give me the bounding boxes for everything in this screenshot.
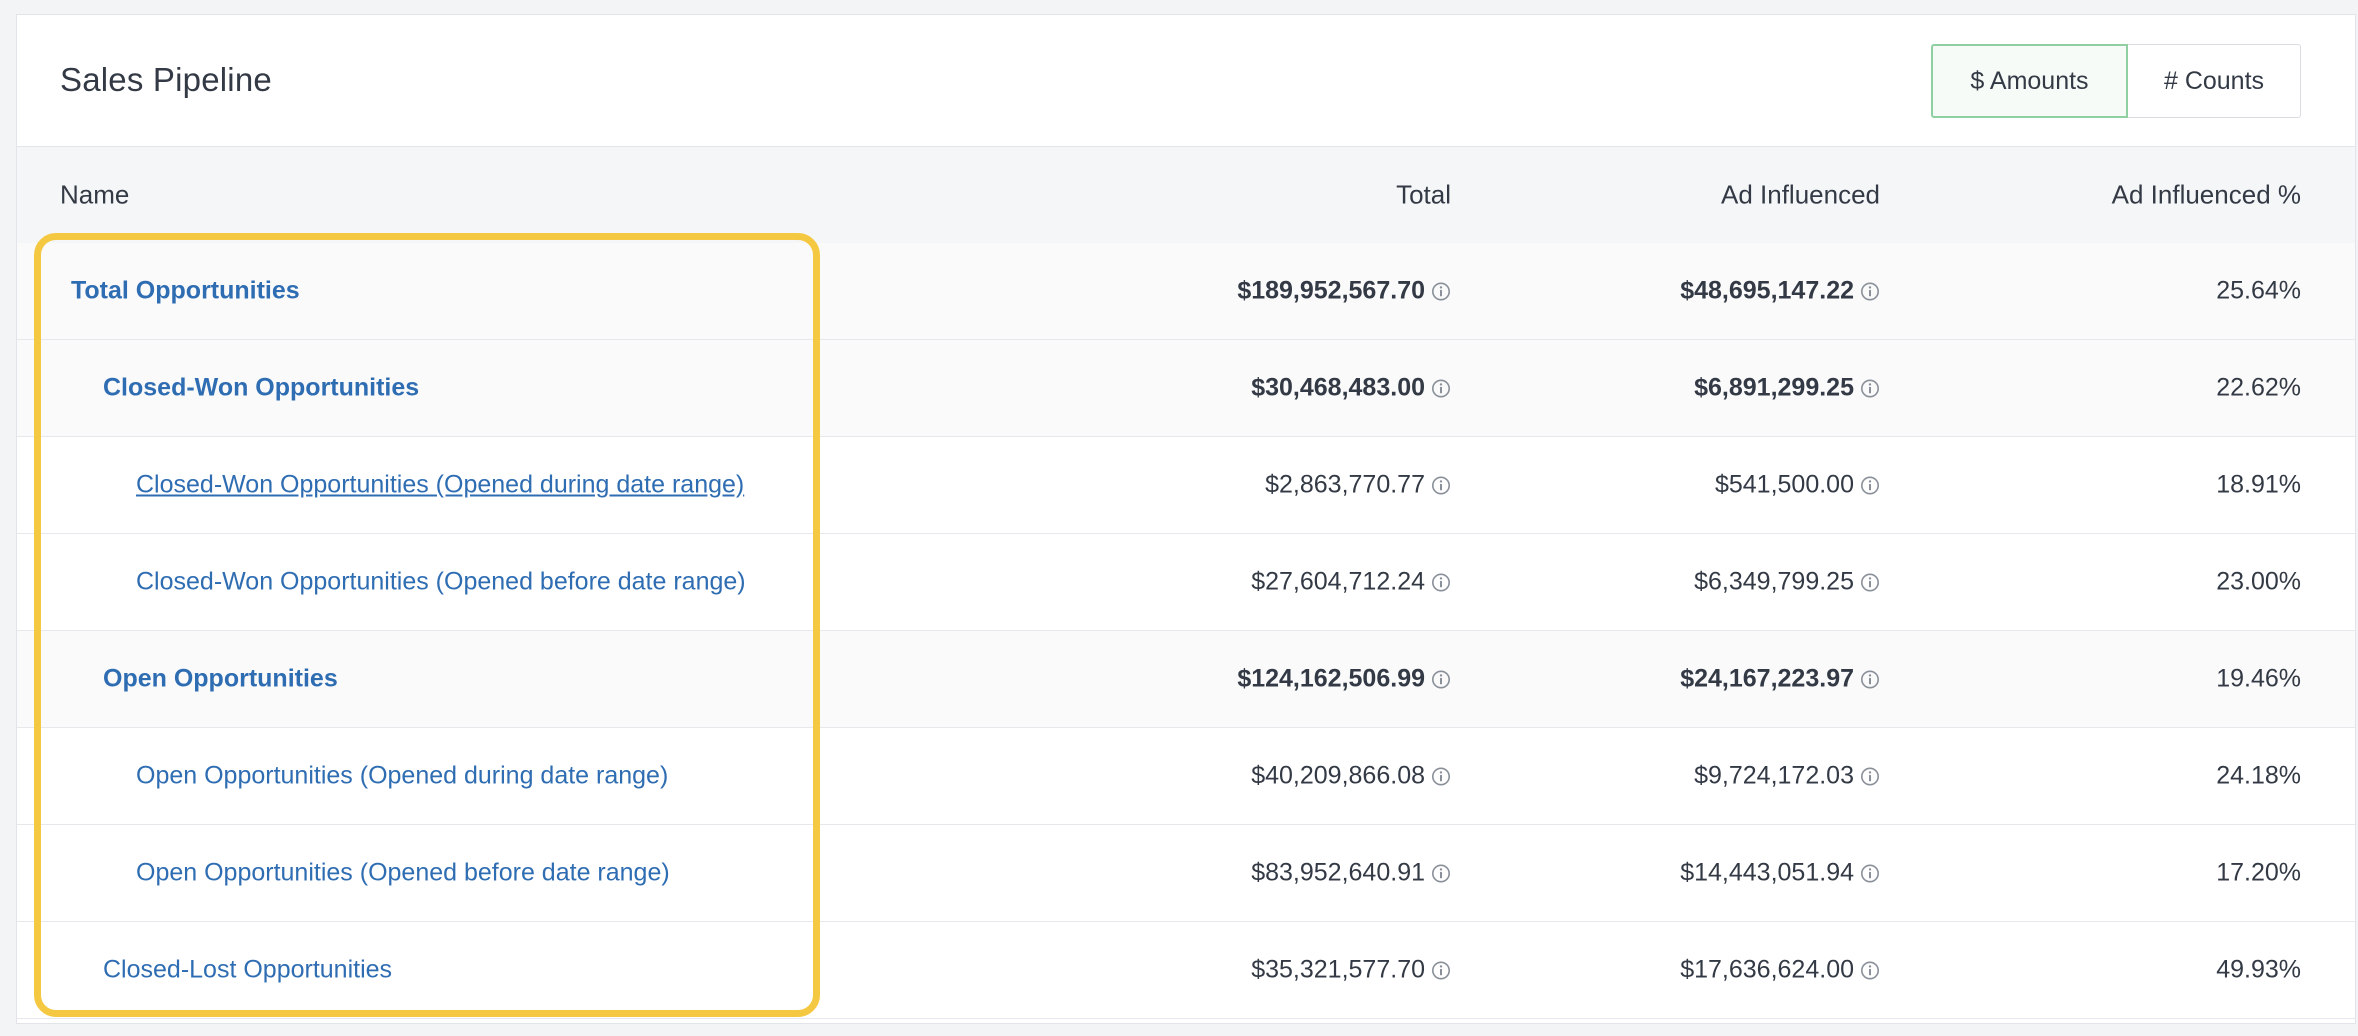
row-ad-influenced-value-cell: $9,724,172.03 [1694, 762, 1880, 791]
info-icon[interactable] [1860, 281, 1880, 301]
row-ad-influenced-pct: 17.20% [2216, 858, 2301, 887]
info-icon[interactable] [1860, 669, 1880, 689]
row-ad-influenced-value: $6,349,799.25 [1694, 567, 1854, 596]
table-row: Closed-Won Opportunities (Opened before … [17, 534, 2355, 631]
info-icon[interactable] [1431, 378, 1451, 398]
row-total-value: $30,468,483.00 [1251, 373, 1425, 402]
row-ad-influenced-pct: 18.91% [2216, 470, 2301, 499]
row-total-value-cell: $189,952,567.70 [1237, 277, 1451, 306]
row-total-value: $35,321,577.70 [1251, 955, 1425, 984]
info-icon[interactable] [1431, 572, 1451, 592]
info-icon[interactable] [1431, 766, 1451, 786]
table-row: Closed-Won Opportunities (Opened during … [17, 437, 2355, 534]
row-total-value-cell: $83,952,640.91 [1251, 859, 1451, 888]
row-ad-influenced-value: $17,636,624.00 [1680, 955, 1854, 984]
row-ad-influenced-value: $24,167,223.97 [1680, 664, 1854, 693]
row-total-value-cell: $124,162,506.99 [1237, 665, 1451, 694]
row-total-value-cell: $40,209,866.08 [1251, 762, 1451, 791]
row-ad-influenced-pct: 24.18% [2216, 761, 2301, 790]
table-row: Open Opportunities (Opened before date r… [17, 825, 2355, 922]
row-ad-influenced-pct: 25.64% [2216, 276, 2301, 305]
column-header-ad-influenced[interactable]: Ad Influenced [1721, 180, 1880, 211]
row-total-value: $83,952,640.91 [1251, 858, 1425, 887]
row-name-link[interactable]: Closed-Won Opportunities (Opened during … [136, 471, 744, 500]
row-total-value-cell: $27,604,712.24 [1251, 568, 1451, 597]
row-ad-influenced-value: $541,500.00 [1714, 470, 1854, 499]
row-ad-influenced-pct: 19.46% [2216, 664, 2301, 693]
row-ad-influenced-value: $9,724,172.03 [1694, 761, 1854, 790]
row-total-value: $2,863,770.77 [1265, 470, 1425, 499]
row-ad-influenced-value-cell: $24,167,223.97 [1680, 665, 1880, 694]
sales-pipeline-panel: Sales Pipeline $ Amounts # Counts Name T… [16, 14, 2356, 1024]
table-row: Open Opportunities (Opened during date r… [17, 728, 2355, 825]
row-total-value-cell: $2,863,770.77 [1265, 471, 1451, 500]
row-ad-influenced-value-cell: $48,695,147.22 [1680, 277, 1880, 306]
info-icon[interactable] [1431, 960, 1451, 980]
row-ad-influenced-value-cell: $14,443,051.94 [1680, 859, 1880, 888]
amounts-toggle-button[interactable]: $ Amounts [1931, 44, 2128, 118]
table-header: Name Total Ad Influenced Ad Influenced % [17, 147, 2355, 243]
info-icon[interactable] [1860, 863, 1880, 883]
page-title: Sales Pipeline [60, 61, 272, 98]
row-name-link[interactable]: Closed-Won Opportunities (Opened before … [136, 568, 746, 597]
column-header-ad-influenced-pct[interactable]: Ad Influenced % [2112, 180, 2301, 211]
row-ad-influenced-pct: 23.00% [2216, 567, 2301, 596]
table-row: Total Opportunities $189,952,567.70 $48,69… [17, 243, 2355, 340]
row-ad-influenced-value-cell: $6,891,299.25 [1694, 374, 1880, 403]
info-icon[interactable] [1431, 281, 1451, 301]
counts-toggle-button[interactable]: # Counts [2128, 44, 2301, 118]
table-row: Closed-Won Opportunities $30,468,483.00 $6… [17, 340, 2355, 437]
row-ad-influenced-value-cell: $6,349,799.25 [1694, 568, 1880, 597]
row-name-link[interactable]: Closed-Won Opportunities [103, 374, 419, 403]
column-header-total[interactable]: Total [1396, 180, 1451, 211]
column-header-name[interactable]: Name [60, 180, 129, 211]
row-ad-influenced-value-cell: $17,636,624.00 [1680, 956, 1880, 985]
row-total-value: $189,952,567.70 [1237, 276, 1425, 305]
info-icon[interactable] [1431, 863, 1451, 883]
row-ad-influenced-value: $14,443,051.94 [1680, 858, 1854, 887]
row-name-link[interactable]: Open Opportunities (Opened during date r… [136, 762, 668, 791]
row-ad-influenced-value-cell: $541,500.00 [1715, 471, 1880, 500]
row-name-link[interactable]: Open Opportunities (Opened before date r… [136, 859, 670, 888]
row-total-value: $40,209,866.08 [1251, 761, 1425, 790]
row-ad-influenced-value: $48,695,147.22 [1680, 276, 1854, 305]
row-total-value: $27,604,712.24 [1251, 567, 1425, 596]
table-row: Closed-Lost Opportunities $35,321,577.70 $… [17, 922, 2355, 1019]
row-ad-influenced-value: $6,891,299.25 [1694, 373, 1854, 402]
row-total-value-cell: $30,468,483.00 [1251, 374, 1451, 403]
row-ad-influenced-pct: 22.62% [2216, 373, 2301, 402]
amount-count-toggle: $ Amounts # Counts [1931, 44, 2301, 118]
row-ad-influenced-pct: 49.93% [2216, 955, 2301, 984]
info-icon[interactable] [1431, 669, 1451, 689]
row-total-value: $124,162,506.99 [1237, 664, 1425, 693]
info-icon[interactable] [1860, 475, 1880, 495]
info-icon[interactable] [1860, 572, 1880, 592]
info-icon[interactable] [1860, 378, 1880, 398]
table-row: Open Opportunities $124,162,506.99 $24,167… [17, 631, 2355, 728]
panel-header: Sales Pipeline $ Amounts # Counts [17, 15, 2355, 147]
row-total-value-cell: $35,321,577.70 [1251, 956, 1451, 985]
row-name-link[interactable]: Open Opportunities [103, 665, 338, 694]
row-name-link[interactable]: Total Opportunities [71, 277, 300, 306]
info-icon[interactable] [1860, 960, 1880, 980]
row-name-link[interactable]: Closed-Lost Opportunities [103, 956, 392, 985]
info-icon[interactable] [1431, 475, 1451, 495]
info-icon[interactable] [1860, 766, 1880, 786]
